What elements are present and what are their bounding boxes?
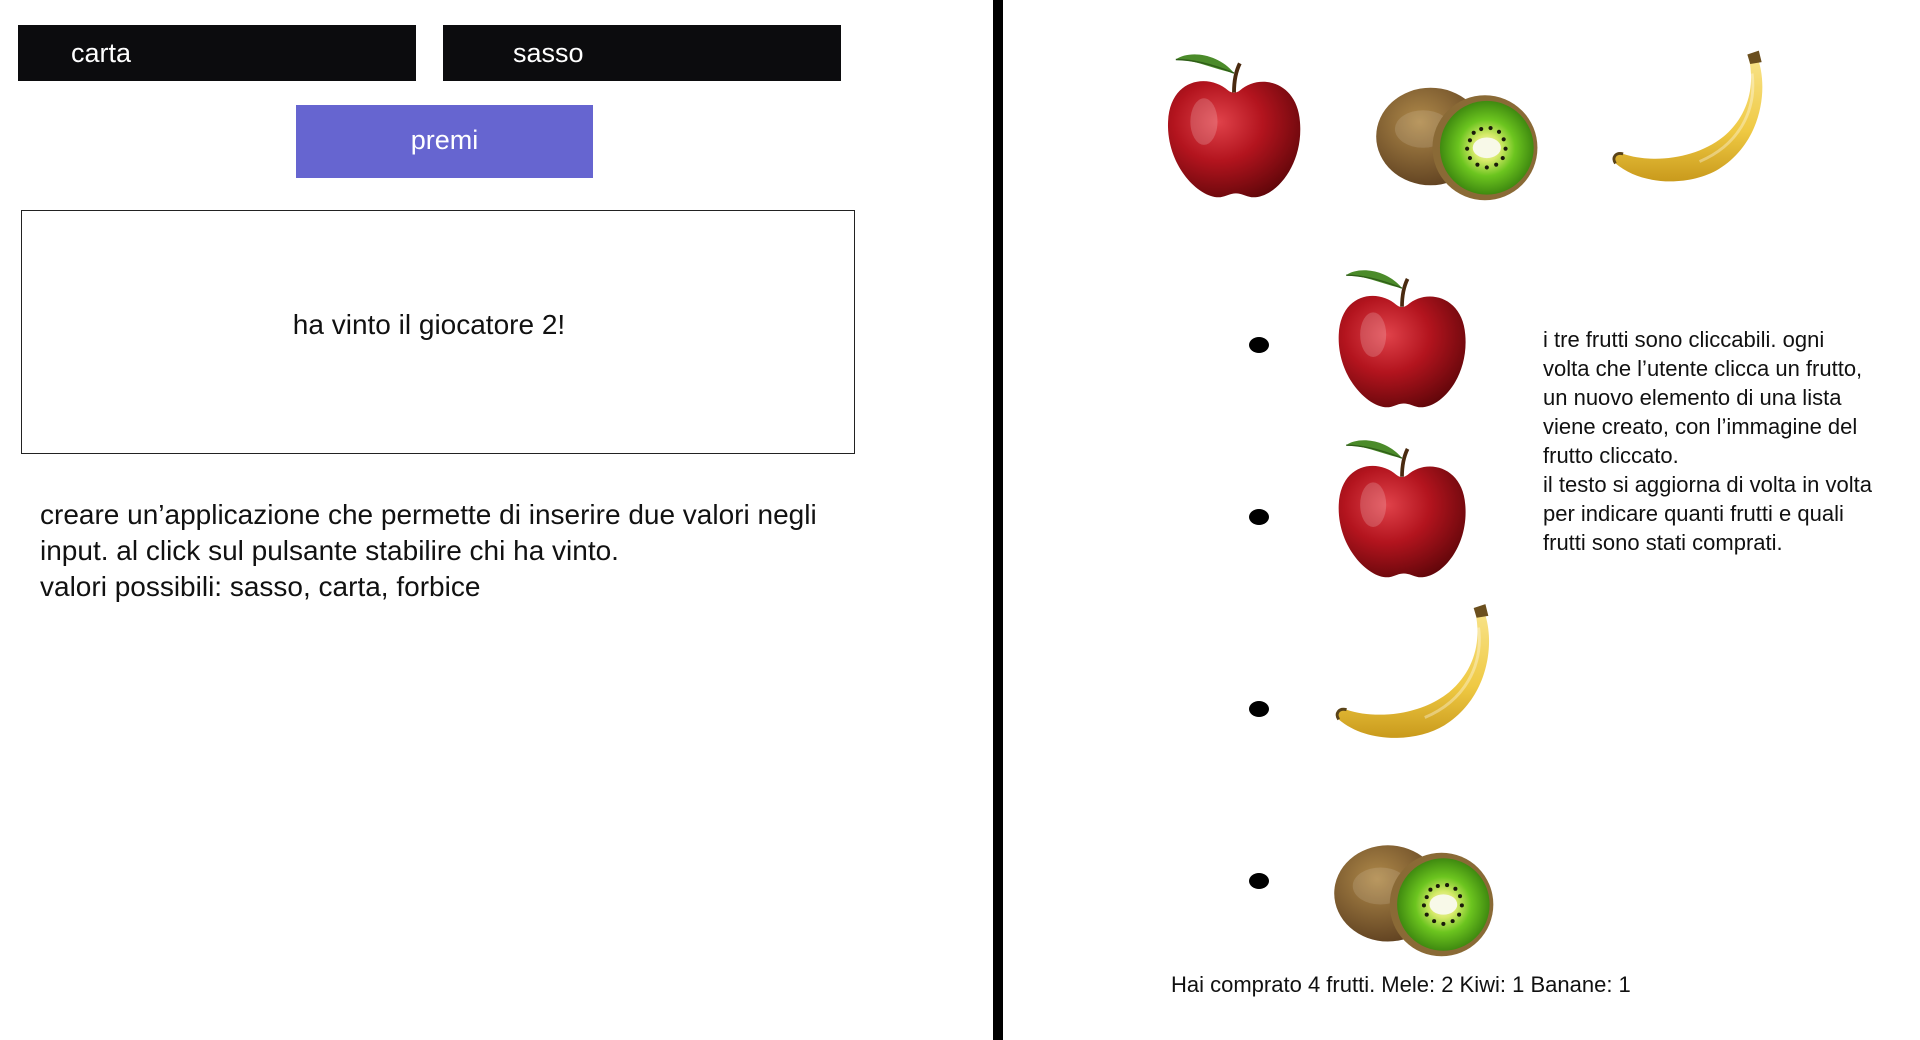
list-item-image xyxy=(1322,259,1482,415)
apple-button[interactable] xyxy=(1148,44,1320,204)
apple-icon xyxy=(1166,52,1303,200)
description-line: un nuovo elemento di una lista xyxy=(1543,385,1842,410)
description-line: frutti sono stati comprati. xyxy=(1543,530,1783,555)
kiwi-icon xyxy=(1334,845,1494,957)
kiwi-button[interactable] xyxy=(1362,54,1546,204)
bullet-icon xyxy=(1249,509,1269,525)
description-line: volta che l’utente clicca un frutto, xyxy=(1543,356,1863,381)
result-box: ha vinto il giocatore 2! xyxy=(21,210,855,454)
list-item-image xyxy=(1327,598,1503,750)
instructions-line: valori possibili: sasso, carta, forbice xyxy=(40,571,481,602)
player2-input[interactable]: sasso xyxy=(443,25,841,81)
description-line: i tre frutti sono cliccabili. ogni xyxy=(1543,327,1825,352)
kiwi-icon xyxy=(1376,87,1538,201)
page: carta sasso premi ha vinto il giocatore … xyxy=(0,0,1920,1040)
premi-button[interactable]: premi xyxy=(296,105,593,178)
list-item-image xyxy=(1322,429,1482,585)
purchase-summary: Hai comprato 4 frutti. Mele: 2 Kiwi: 1 B… xyxy=(1171,972,1631,997)
instructions: creare un’applicazione che permette di i… xyxy=(40,497,860,605)
banana-icon xyxy=(1612,49,1764,183)
instructions-line: input. al click sul pulsante stabilire c… xyxy=(40,535,619,566)
apple-icon xyxy=(1336,438,1468,580)
divider xyxy=(993,0,1003,1040)
description-line: viene creato, con l’immagine del xyxy=(1543,414,1858,439)
bullet-icon xyxy=(1249,337,1269,353)
instructions-line: creare un’applicazione che permette di i… xyxy=(40,499,817,530)
apple-icon xyxy=(1336,268,1468,410)
bullet-icon xyxy=(1249,701,1269,717)
list-item-image xyxy=(1322,812,1500,960)
banana-button[interactable] xyxy=(1604,44,1776,194)
description-line: per indicare quanti frutti e quali xyxy=(1543,501,1844,526)
description: i tre frutti sono cliccabili. ogni volta… xyxy=(1543,325,1913,557)
banana-icon xyxy=(1335,602,1491,740)
description-line: il testo si aggiorna di volta in volta xyxy=(1543,472,1872,497)
player1-input[interactable]: carta xyxy=(18,25,416,81)
description-line: frutto cliccato. xyxy=(1543,443,1679,468)
result-text: ha vinto il giocatore 2! xyxy=(292,309,566,340)
bullet-icon xyxy=(1249,873,1269,889)
